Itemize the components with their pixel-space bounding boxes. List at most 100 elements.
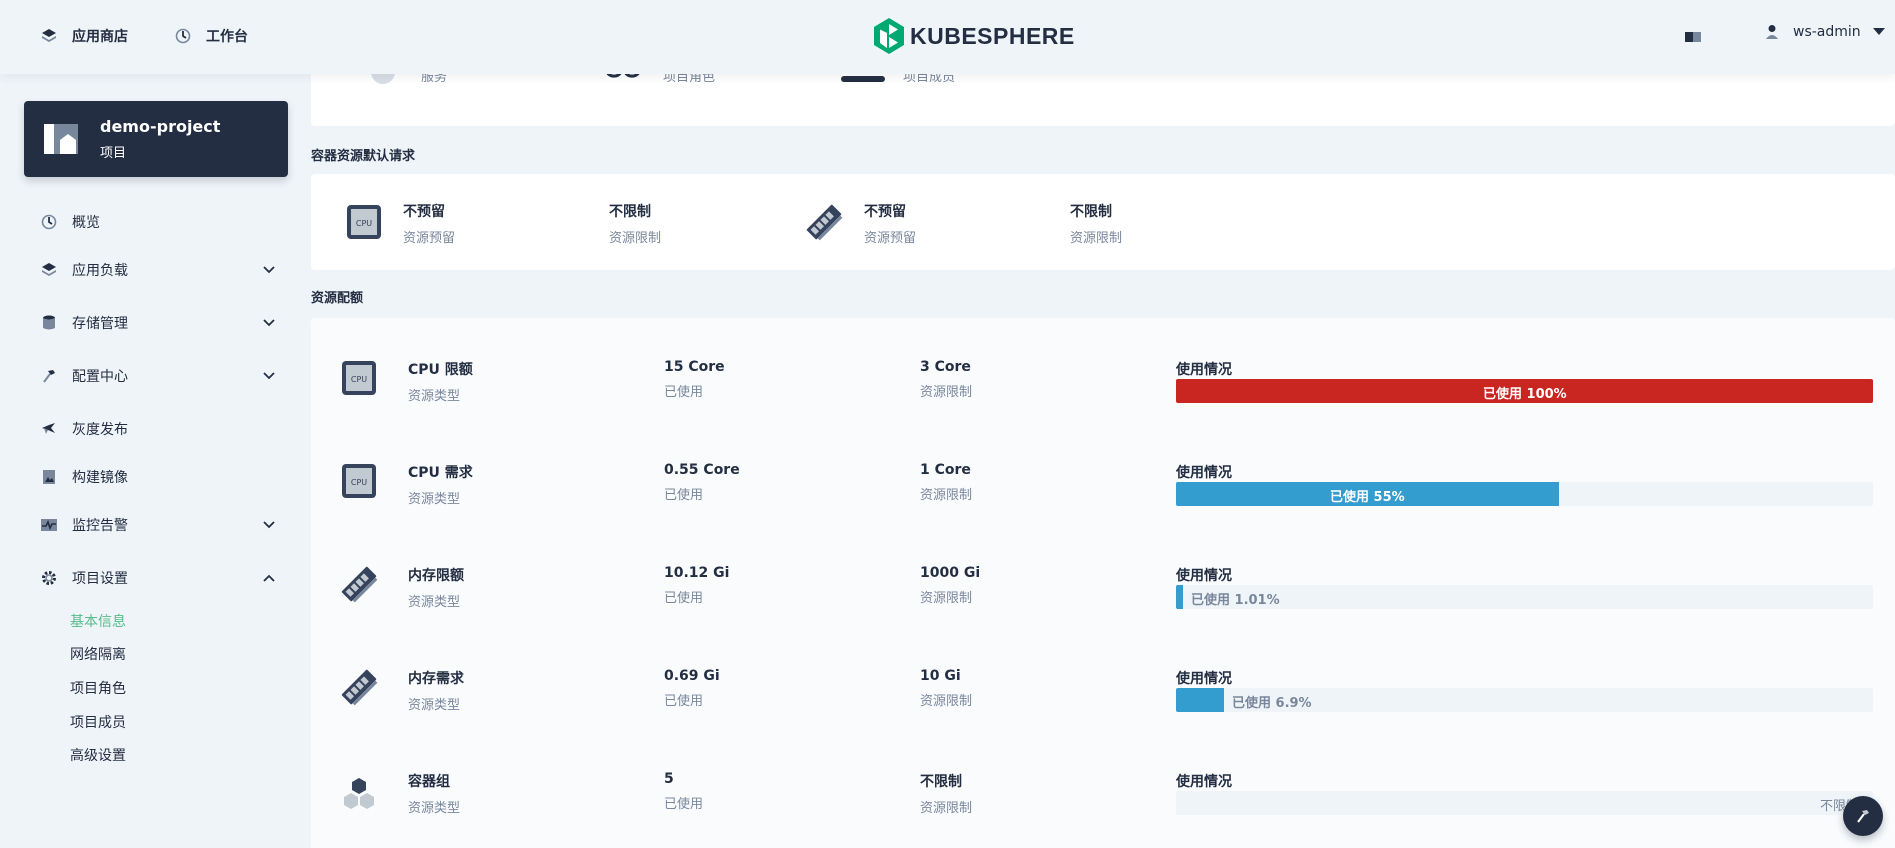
usage-bar-label: 已使用 100% bbox=[1483, 387, 1567, 402]
hammer-icon bbox=[40, 367, 58, 385]
project-card[interactable]: demo-project 项目 bbox=[24, 101, 288, 177]
quota-limit-value: 不限制 bbox=[920, 774, 962, 790]
quota-name: 容器组 bbox=[408, 774, 450, 790]
sidebar-subitem-project-roles[interactable]: 项目角色 bbox=[70, 678, 126, 698]
sidebar-item-overview[interactable]: 概览 bbox=[40, 210, 275, 234]
quota-usage-title: 使用情况 bbox=[1176, 568, 1232, 584]
project-type: 项目 bbox=[100, 146, 127, 161]
quota-usage-title: 使用情况 bbox=[1176, 465, 1232, 481]
chevron-up-icon bbox=[263, 570, 275, 586]
cpu-icon: CPU bbox=[346, 204, 382, 244]
notification-icon[interactable] bbox=[1685, 30, 1701, 48]
memory-icon bbox=[339, 564, 379, 608]
quota-used-label: 已使用 bbox=[664, 488, 704, 503]
quota-limit-label: 资源限制 bbox=[920, 591, 973, 606]
quota-used-value: 0.55 Core bbox=[664, 462, 740, 478]
default-request-panel: CPU 不预留 资源预留 不限制 资源限制 不预留 资源预留 不限制 资源限制 bbox=[311, 174, 1895, 270]
sidebar-item-label: 构建镜像 bbox=[72, 470, 128, 486]
memory-icon bbox=[339, 667, 379, 711]
memory-request-label: 资源预留 bbox=[864, 231, 917, 246]
cpu-icon: CPU bbox=[341, 463, 377, 503]
quota-used-label: 已使用 bbox=[664, 694, 704, 709]
quota-limit-value: 1 Core bbox=[920, 462, 971, 478]
cpu-limit-value: 不限制 bbox=[609, 204, 651, 220]
quota-name: CPU 限额 bbox=[408, 362, 473, 378]
usage-bar-label: 已使用 55% bbox=[1330, 490, 1405, 505]
usage-bar: 已使用 1.01% bbox=[1176, 585, 1873, 609]
usage-bar: 已使用 6.9% bbox=[1176, 688, 1873, 712]
sidebar-subitem-basic-info[interactable]: 基本信息 bbox=[70, 611, 126, 631]
kubesphere-logo-icon bbox=[874, 18, 904, 54]
usage-bar: 已使用 55% bbox=[1176, 482, 1873, 506]
chevron-down-icon bbox=[263, 262, 275, 278]
gear-icon bbox=[40, 569, 58, 587]
cpu-limit-label: 资源限制 bbox=[609, 231, 662, 246]
sidebar-item-monitoring[interactable]: 监控告警 bbox=[40, 513, 275, 537]
user-icon bbox=[1765, 24, 1779, 40]
brand-name: KUBESPHERE bbox=[910, 22, 1075, 49]
sidebar-item-project-settings[interactable]: 项目设置 bbox=[40, 566, 275, 590]
cpu-request-label: 资源预留 bbox=[403, 231, 456, 246]
memory-icon bbox=[804, 202, 844, 246]
quota-type-label: 资源类型 bbox=[408, 801, 461, 816]
quota-usage-title: 使用情况 bbox=[1176, 774, 1232, 790]
sidebar-item-label: 配置中心 bbox=[72, 369, 128, 385]
sidebar-item-label: 存储管理 bbox=[72, 316, 128, 332]
quota-used-label: 已使用 bbox=[664, 797, 704, 812]
cpu-request-value: 不预留 bbox=[403, 204, 445, 220]
user-menu[interactable]: ws-admin bbox=[1765, 24, 1885, 40]
bird-icon bbox=[40, 420, 58, 438]
quota-used-value: 15 Core bbox=[664, 359, 725, 375]
quota-used-value: 10.12 Gi bbox=[664, 565, 730, 581]
sidebar-item-config[interactable]: 配置中心 bbox=[40, 364, 275, 388]
sidebar-item-storage[interactable]: 存储管理 bbox=[40, 311, 275, 335]
quota-name: CPU 需求 bbox=[408, 465, 473, 481]
sidebar-item-grayscale[interactable]: 灰度发布 bbox=[40, 417, 275, 441]
quota-type-label: 资源类型 bbox=[408, 492, 461, 507]
app-store-link[interactable]: 应用商店 bbox=[40, 26, 128, 46]
username: ws-admin bbox=[1793, 24, 1861, 40]
memory-request-value: 不预留 bbox=[864, 204, 906, 220]
sidebar-item-label: 监控告警 bbox=[72, 518, 128, 534]
kubesphere-logo[interactable]: KUBESPHERE bbox=[874, 18, 1075, 54]
dashboard-icon bbox=[174, 27, 192, 45]
svg-text:CPU: CPU bbox=[351, 375, 367, 384]
resource-quota-title: 资源配额 bbox=[311, 291, 364, 306]
quota-used-value: 0.69 Gi bbox=[664, 668, 720, 684]
quota-name: 内存需求 bbox=[408, 671, 464, 687]
chevron-down-icon bbox=[1872, 28, 1885, 36]
sidebar-item-build-image[interactable]: 构建镜像 bbox=[40, 465, 275, 489]
quota-used-value: 5 bbox=[664, 771, 674, 787]
hammer-icon bbox=[1855, 808, 1871, 824]
image-icon bbox=[40, 468, 58, 486]
usage-bar-fill bbox=[1176, 585, 1183, 609]
cpu-icon: CPU bbox=[341, 360, 377, 400]
quota-limit-label: 资源限制 bbox=[920, 694, 973, 709]
quota-limit-value: 10 Gi bbox=[920, 668, 961, 684]
quota-type-label: 资源类型 bbox=[408, 698, 461, 713]
monitor-icon bbox=[40, 516, 58, 534]
toolbox-button[interactable] bbox=[1843, 796, 1883, 836]
sidebar-subitem-project-members[interactable]: 项目成员 bbox=[70, 712, 126, 732]
sidebar-item-workloads[interactable]: 应用负载 bbox=[40, 258, 275, 282]
project-icon bbox=[42, 120, 80, 158]
usage-bar: 不限制 bbox=[1176, 791, 1873, 815]
quota-usage-title: 使用情况 bbox=[1176, 671, 1232, 687]
sidebar-subitem-network-isolation[interactable]: 网络隔离 bbox=[70, 644, 126, 664]
usage-bar-label: 已使用 1.01% bbox=[1191, 593, 1280, 608]
resource-quota-panel: CPU CPU 限额 资源类型 15 Core 已使用 3 Core 资源限制 … bbox=[311, 318, 1895, 848]
app-store-label: 应用商店 bbox=[72, 29, 128, 45]
quota-limit-label: 资源限制 bbox=[920, 488, 973, 503]
top-navbar: 应用商店 工作台 KUBESPHERE ws-admin bbox=[0, 0, 1895, 74]
appcenter-icon bbox=[40, 27, 58, 45]
quota-limit-value: 1000 Gi bbox=[920, 565, 981, 581]
workbench-link[interactable]: 工作台 bbox=[174, 26, 248, 46]
quota-usage-title: 使用情况 bbox=[1176, 362, 1232, 378]
memory-limit-label: 资源限制 bbox=[1070, 231, 1123, 246]
chevron-down-icon bbox=[263, 368, 275, 384]
usage-bar-fill bbox=[1176, 688, 1224, 712]
quota-limit-value: 3 Core bbox=[920, 359, 971, 375]
usage-bar: 已使用 100% bbox=[1176, 379, 1873, 403]
sidebar-item-label: 概览 bbox=[72, 215, 100, 231]
sidebar-subitem-advanced-settings[interactable]: 高级设置 bbox=[70, 745, 126, 765]
